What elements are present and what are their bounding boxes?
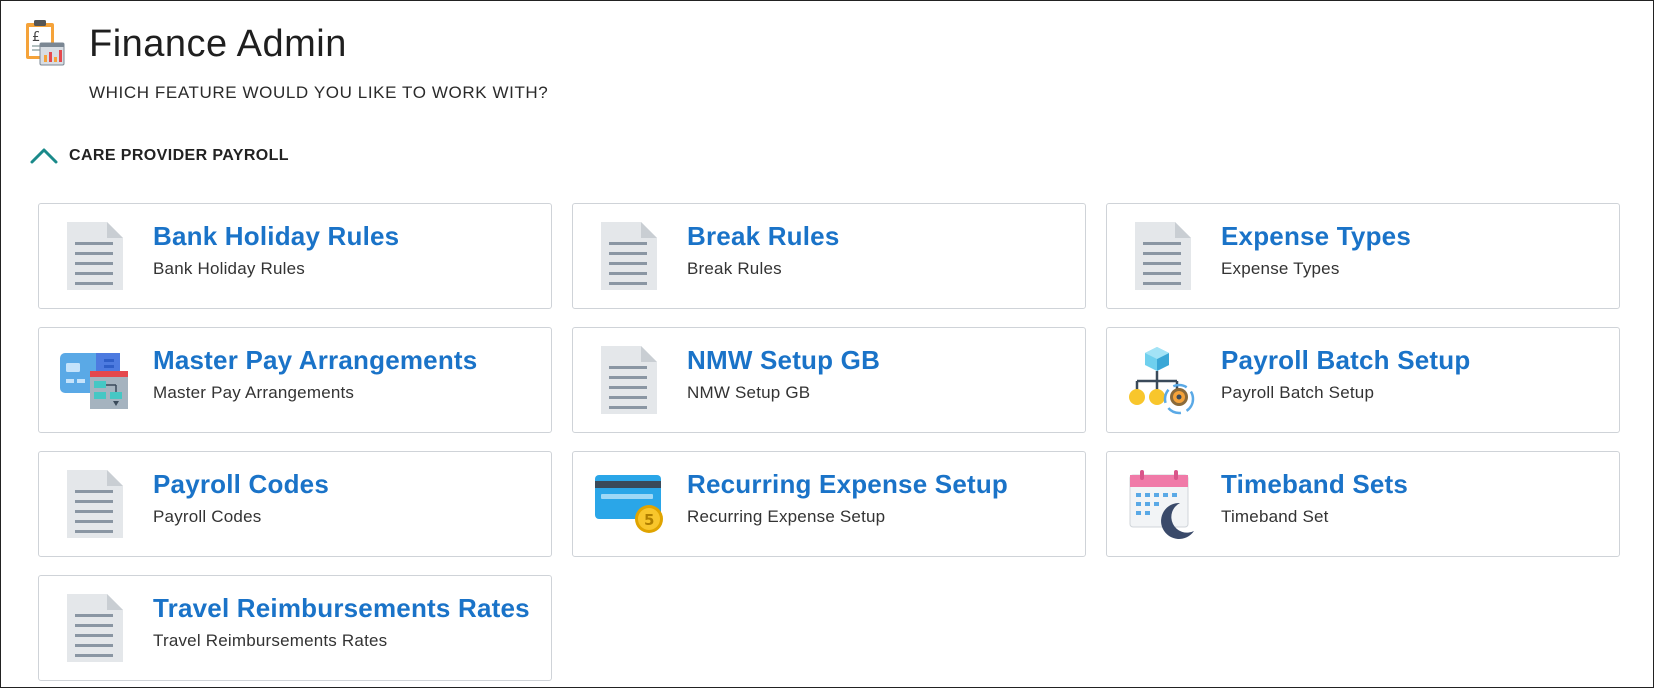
section-label: CARE PROVIDER PAYROLL <box>69 147 289 164</box>
feature-description: NMW Setup GB <box>687 383 811 402</box>
credit-card-coin-icon: 5 <box>595 475 663 533</box>
page-title: Finance Admin <box>89 23 347 65</box>
document-icon <box>67 470 123 538</box>
feature-card-travel-reimbursements-rates[interactable]: Travel Reimbursements Rates Travel Reimb… <box>38 575 552 681</box>
document-icon <box>1135 222 1191 290</box>
page-header: £ <box>23 19 67 69</box>
feature-card-timeband-sets[interactable]: Timeband Sets Timeband Set <box>1106 451 1620 557</box>
feature-card-bank-holiday-rules[interactable]: Bank Holiday Rules Bank Holiday Rules <box>38 203 552 309</box>
feature-description: Master Pay Arrangements <box>153 383 355 402</box>
app-window: £ Finance Admin WHICH FEATURE WOULD YOU … <box>0 0 1654 688</box>
finance-clipboard-icon: £ <box>26 20 65 66</box>
document-icon <box>601 222 657 290</box>
calendar-moon-icon <box>1129 470 1194 539</box>
feature-card-recurring-expense-setup[interactable]: 5 Recurring Expense Setup Recurring Expe… <box>572 451 1086 557</box>
feature-title[interactable]: Timeband Sets <box>1221 469 1408 499</box>
feature-description: Expense Types <box>1221 259 1340 278</box>
feature-description: Travel Reimbursements Rates <box>153 631 388 650</box>
document-icon <box>601 346 657 414</box>
chevron-up-icon[interactable] <box>29 145 59 167</box>
feature-title[interactable]: Travel Reimbursements Rates <box>153 593 530 623</box>
feature-title[interactable]: Bank Holiday Rules <box>153 221 399 251</box>
document-icon <box>67 222 123 290</box>
feature-description: Payroll Codes <box>153 507 262 526</box>
feature-title[interactable]: Break Rules <box>687 221 840 251</box>
feature-title[interactable]: Payroll Batch Setup <box>1221 345 1470 375</box>
feature-description: Recurring Expense Setup <box>687 507 886 526</box>
feature-grid: Bank Holiday Rules Bank Holiday Rules Br… <box>38 203 1620 681</box>
document-icon <box>67 594 123 662</box>
feature-title[interactable]: NMW Setup GB <box>687 345 880 375</box>
feature-description: Payroll Batch Setup <box>1221 383 1375 402</box>
feature-description: Break Rules <box>687 259 782 278</box>
batch-network-gear-icon <box>1129 347 1195 415</box>
svg-text:£: £ <box>32 30 40 45</box>
feature-description: Timeband Set <box>1221 507 1329 526</box>
feature-card-payroll-codes[interactable]: Payroll Codes Payroll Codes <box>38 451 552 557</box>
feature-description: Bank Holiday Rules <box>153 259 305 278</box>
page-subtitle: WHICH FEATURE WOULD YOU LIKE TO WORK WIT… <box>89 83 549 102</box>
section-toggle-care-provider-payroll[interactable]: CARE PROVIDER PAYROLL <box>29 145 289 167</box>
feature-title[interactable]: Master Pay Arrangements <box>153 345 477 375</box>
feature-title[interactable]: Recurring Expense Setup <box>687 469 1008 499</box>
feature-card-payroll-batch-setup[interactable]: Payroll Batch Setup Payroll Batch Setup <box>1106 327 1620 433</box>
feature-card-expense-types[interactable]: Expense Types Expense Types <box>1106 203 1620 309</box>
svg-text:5: 5 <box>644 511 654 529</box>
feature-title[interactable]: Expense Types <box>1221 221 1411 251</box>
feature-title[interactable]: Payroll Codes <box>153 469 329 499</box>
feature-card-break-rules[interactable]: Break Rules Break Rules <box>572 203 1086 309</box>
card-hierarchy-icon <box>60 353 128 409</box>
feature-card-master-pay-arrangements[interactable]: Master Pay Arrangements Master Pay Arran… <box>38 327 552 433</box>
feature-card-nmw-setup-gb[interactable]: NMW Setup GB NMW Setup GB <box>572 327 1086 433</box>
